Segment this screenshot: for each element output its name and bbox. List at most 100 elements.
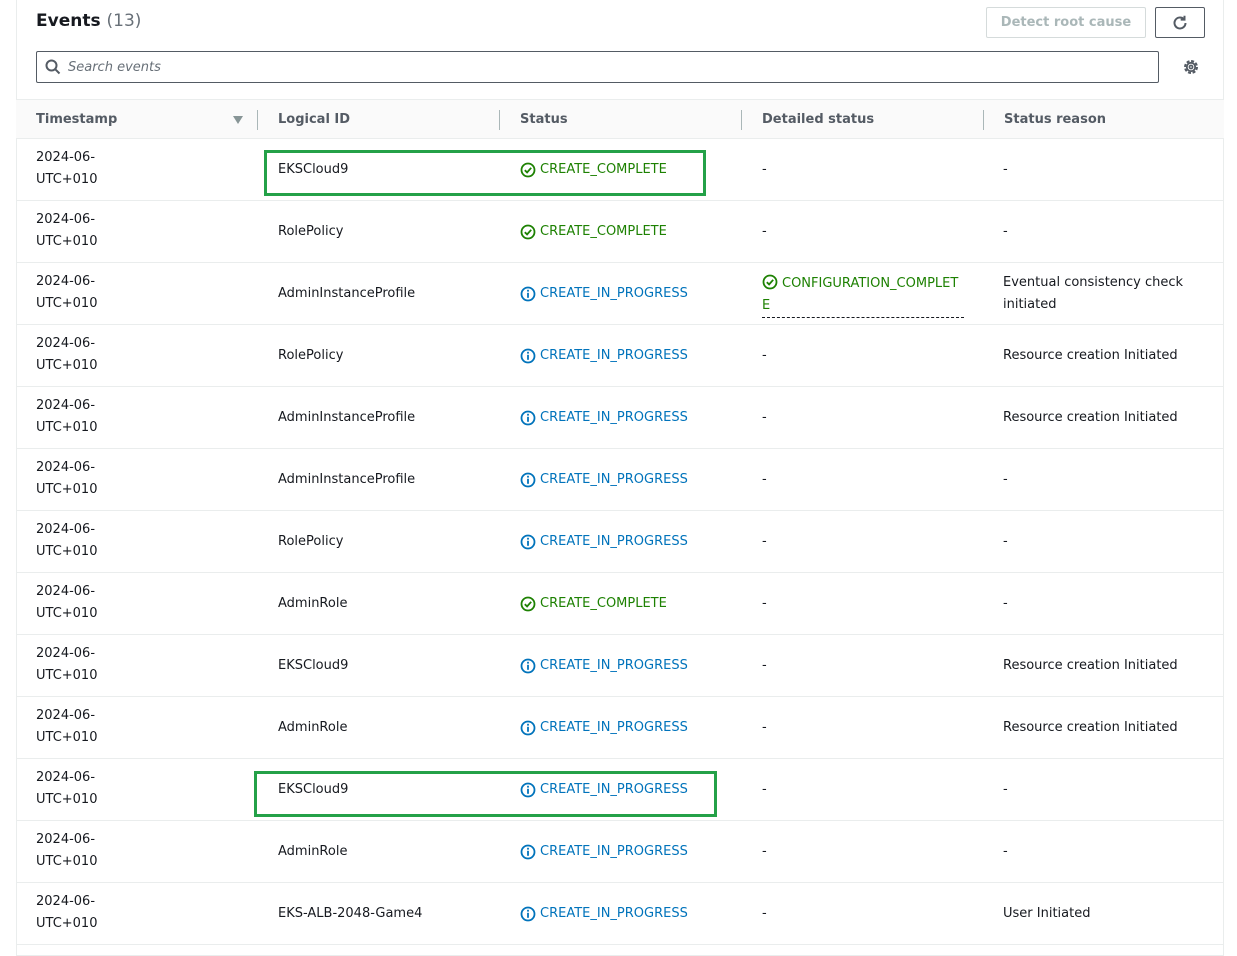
search-input[interactable] [68,54,1148,80]
status-reason-cell: - [1003,843,1008,859]
detailed-status-text: CONFIGURATION_COMPLETE [762,276,959,313]
timestamp-zone: UTC+0100 [36,730,98,745]
timestamp-cell: 2024-06- UTC+0100 [36,147,98,191]
detailed-status-cell: - [762,844,767,859]
timestamp-date: 2024-06- [36,460,96,475]
timestamp-cell: 2024-06- UTC+0100 [36,271,98,315]
table-row: 2024-06- UTC+0100 AdminInstanceProfile CREA… [16,263,1224,325]
status-cell: CREATE_IN_PROGRESS [520,511,688,572]
logical-id-cell: RolePolicy [278,348,344,363]
column-separator[interactable] [257,110,258,130]
status-reason-cell: Resource creation Initiated [1003,347,1178,363]
timestamp-zone: UTC+0100 [36,854,98,869]
info-circle-icon [520,782,536,797]
logical-id-cell: AdminInstanceProfile [278,410,416,425]
gear-icon [1184,60,1198,74]
info-circle-icon [520,286,536,301]
status-text: CREATE_IN_PROGRESS [540,348,688,363]
preferences-button[interactable] [1181,57,1201,81]
logical-id-cell: AdminInstanceProfile [278,472,416,487]
timestamp-date: 2024-06- [36,212,96,227]
detailed-status-cell: - [762,162,767,177]
detailed-status-cell: - [762,224,767,239]
timestamp-date: 2024-06- [36,522,96,537]
timestamp-date: 2024-06- [36,150,96,165]
logical-id-cell: AdminRole [278,596,348,611]
table-row: 2024-06- UTC+0100 AdminInstanceProfile CREA… [16,387,1224,449]
timestamp-zone: UTC+0100 [36,544,98,559]
table-row: 2024-06- UTC+0100 EKSCloud9 CREATE_IN_PROGR… [16,635,1224,697]
status-text: CREATE_COMPLETE [540,224,667,239]
detailed-status-cell: - [762,906,767,921]
detailed-status-link[interactable]: CONFIGURATION_COMPLETE [762,273,964,318]
status-text: CREATE_IN_PROGRESS [540,410,688,425]
timestamp-cell: 2024-06- UTC+0100 [36,767,98,811]
timestamp-cell: 2024-06- UTC+0100 [36,333,98,377]
info-circle-icon [520,410,536,425]
table-row: 2024-06- UTC+0100 EKSCloud9 CREATE_COMPLETE… [16,139,1224,201]
timestamp-cell: 2024-06- UTC+0100 [36,705,98,749]
timestamp-cell: 2024-06- UTC+0100 [36,643,98,687]
column-header-status-reason[interactable]: Status reason [1004,100,1106,140]
timestamp-zone: UTC+0100 [36,606,98,621]
column-header-status[interactable]: Status [520,100,568,140]
logical-id-cell: EKSCloud9 [278,658,349,673]
status-reason-cell: Eventual consistency check initiated [1003,274,1184,312]
status-text: CREATE_COMPLETE [540,162,667,177]
search-icon [45,59,61,75]
status-text: CREATE_IN_PROGRESS [540,906,688,921]
column-header-timestamp[interactable]: Timestamp [36,100,117,140]
column-header-detailed-status[interactable]: Detailed status [762,100,874,140]
info-circle-icon [520,534,536,549]
check-circle-icon [520,162,536,177]
status-reason-cell: Resource creation Initiated [1003,409,1178,425]
status-text: CREATE_IN_PROGRESS [540,844,688,859]
detailed-status-cell: - [762,410,767,425]
column-header-logical-id[interactable]: Logical ID [278,100,350,140]
status-text: CREATE_IN_PROGRESS [540,286,688,301]
timestamp-date: 2024-06- [36,708,96,723]
table-row: 2024-06- UTC+0100 AdminRole CREATE_COMPLETE… [16,573,1224,635]
status-cell: CREATE_IN_PROGRESS [520,449,688,510]
timestamp-zone: UTC+0100 [36,482,98,497]
status-text: CREATE_IN_PROGRESS [540,720,688,735]
logical-id-cell: AdminRole [278,844,348,859]
events-title: Events [36,11,101,31]
status-cell: CREATE_IN_PROGRESS [520,697,688,758]
timestamp-cell: 2024-06- UTC+0100 [36,829,98,873]
table-row: 2024-06- UTC+0100 EKSCloud9 CREATE_IN_PROGR… [16,759,1224,821]
status-reason-cell: Resource creation Initiated [1003,719,1178,735]
info-circle-icon [520,658,536,673]
timestamp-zone: UTC+0100 [36,296,98,311]
timestamp-date: 2024-06- [36,646,96,661]
timestamp-date: 2024-06- [36,274,96,289]
info-circle-icon [520,348,536,363]
status-cell: CREATE_IN_PROGRESS [520,883,688,944]
logical-id-cell: RolePolicy [278,224,344,239]
status-reason-cell: - [1003,595,1008,611]
column-separator[interactable] [741,110,742,130]
info-circle-icon [520,720,536,735]
table-row: 2024-06- UTC+0100 RolePolicy CREATE_IN_PROG… [16,511,1224,573]
timestamp-cell: 2024-06- UTC+0100 [36,581,98,625]
status-text: CREATE_IN_PROGRESS [540,472,688,487]
column-separator[interactable] [499,110,500,130]
refresh-button[interactable] [1155,7,1205,38]
logical-id-cell: RolePolicy [278,534,344,549]
status-reason-cell: - [1003,781,1008,797]
detailed-status-cell: - [762,348,767,363]
sort-down-icon[interactable] [232,115,244,125]
detect-root-cause-button[interactable]: Detect root cause [986,7,1146,38]
status-cell: CREATE_IN_PROGRESS [520,263,688,324]
status-reason-cell: - [1003,161,1008,177]
status-cell: CREATE_IN_PROGRESS [520,325,688,386]
column-separator[interactable] [983,110,984,130]
timestamp-zone: UTC+0100 [36,792,98,807]
timestamp-cell: 2024-06- UTC+0100 [36,395,98,439]
logical-id-cell: EKSCloud9 [278,162,349,177]
logical-id-cell: AdminRole [278,720,348,735]
status-cell: CREATE_IN_PROGRESS [520,759,688,820]
status-text: CREATE_IN_PROGRESS [540,782,688,797]
status-cell: CREATE_IN_PROGRESS [520,387,688,448]
table-row: 2024-06- UTC+0100 RolePolicy CREATE_COMPLET… [16,201,1224,263]
